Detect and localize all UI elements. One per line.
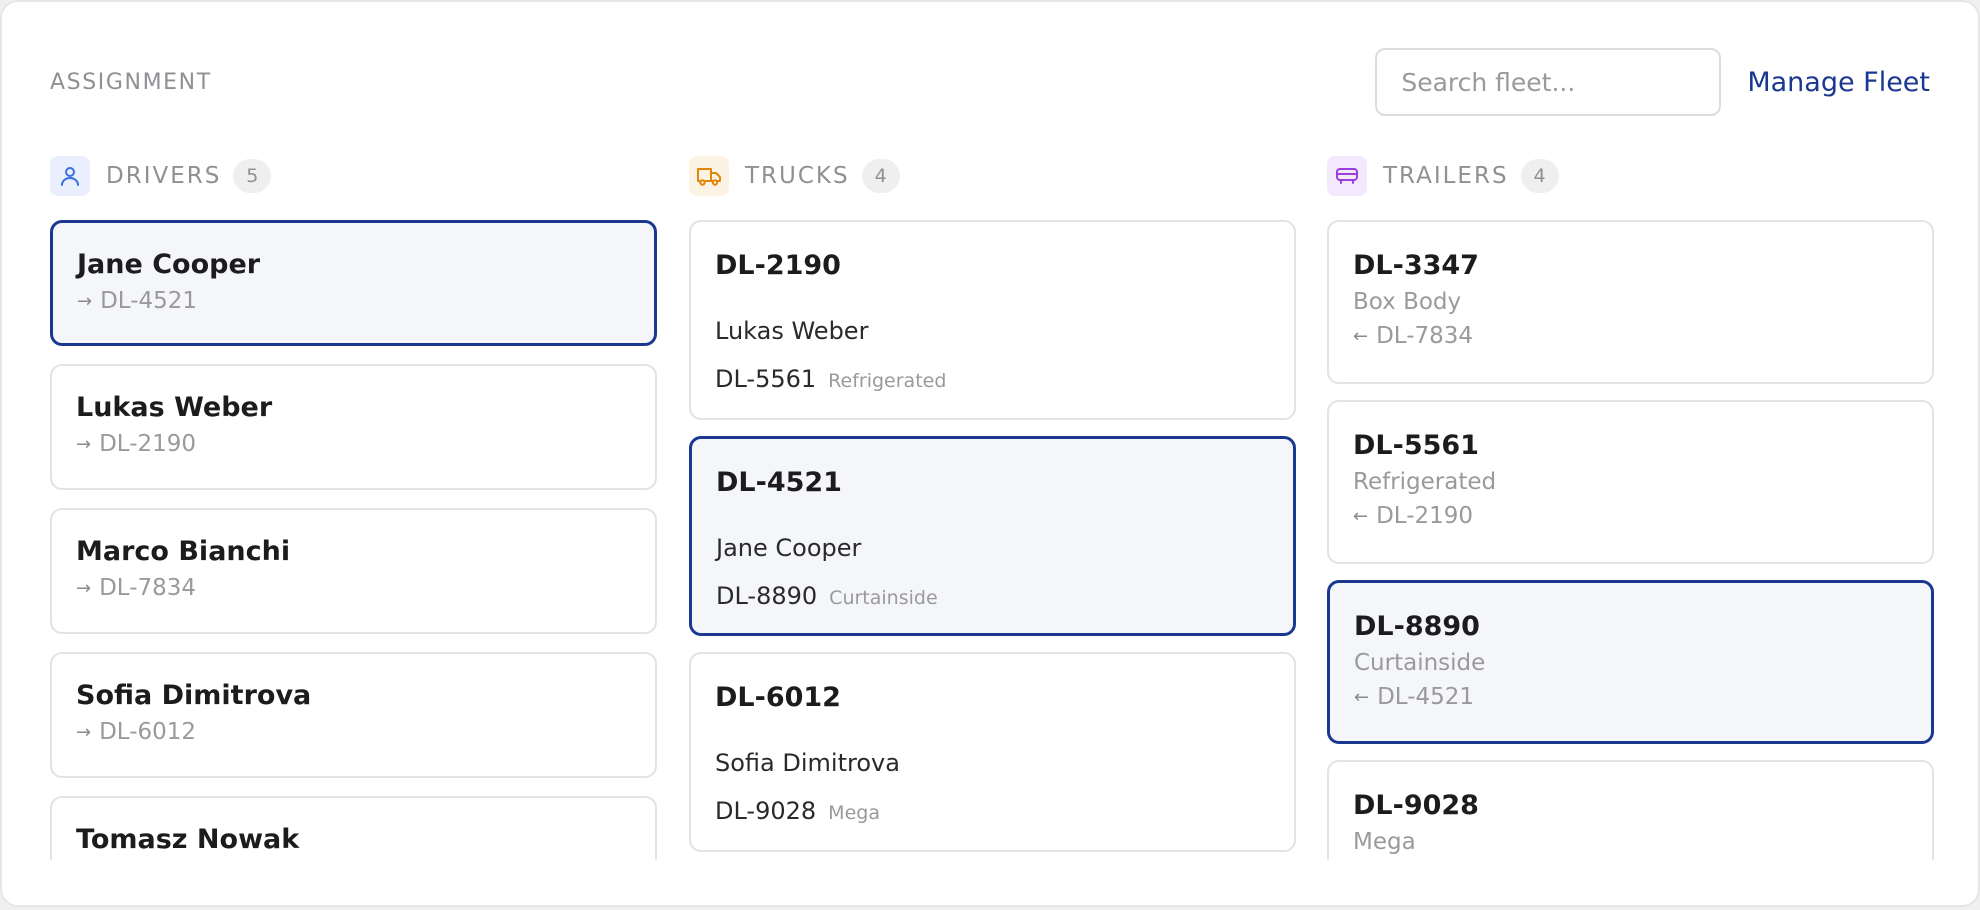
trailer-assignment: ← DL-2190: [1353, 503, 1908, 529]
header-actions: Manage Fleet: [1375, 48, 1930, 116]
trailers-count-badge: 4: [1520, 159, 1559, 193]
assigned-trailer-id: DL-5561: [715, 365, 817, 393]
drivers-column-header: DRIVERS 5: [50, 156, 657, 196]
assigned-truck-id: DL-4521: [1377, 684, 1475, 710]
trailer-icon: [1327, 156, 1367, 196]
trailer-type: Box Body: [1353, 289, 1462, 315]
assignment-panel: ASSIGNMENT Manage Fleet DRIVERS 5 Jan: [0, 0, 1980, 907]
truck-id: DL-6012: [715, 682, 841, 713]
driver-name: Lukas Weber: [76, 392, 273, 423]
trailer-card[interactable]: DL-3347 Box Body ← DL-7834: [1327, 220, 1934, 384]
assigned-trailer-id: DL-9028: [715, 797, 817, 825]
driver-card[interactable]: Marco Bianchi → DL-7834: [50, 508, 657, 634]
driver-name: Marco Bianchi: [76, 536, 291, 567]
trailer-card[interactable]: DL-9028 Mega: [1327, 760, 1934, 860]
driver-assignment: → DL-2190: [76, 431, 631, 457]
driver-name: Jane Cooper: [77, 249, 261, 280]
trailer-card[interactable]: DL-8890 Curtainside ← DL-4521: [1327, 580, 1934, 744]
trailer-type: Refrigerated: [1353, 469, 1497, 495]
trailer-id: DL-3347: [1353, 250, 1479, 281]
search-fleet-input[interactable]: [1375, 48, 1722, 116]
assigned-trailer-type: Refrigerated: [828, 370, 947, 392]
manage-fleet-link[interactable]: Manage Fleet: [1747, 67, 1930, 98]
arrow-right-icon: →: [76, 433, 92, 455]
truck-id: DL-2190: [715, 250, 841, 281]
assigned-driver-name: Jane Cooper: [716, 534, 862, 562]
trucks-column-header: TRUCKS 4: [689, 156, 1296, 196]
trailers-column: TRAILERS 4 DL-3347 Box Body ← DL-7834 DL-…: [1327, 156, 1934, 860]
assigned-truck-id: DL-7834: [1376, 323, 1474, 349]
trailer-id: DL-9028: [1353, 790, 1479, 821]
driver-card[interactable]: Jane Cooper → DL-4521: [50, 220, 657, 346]
drivers-column: DRIVERS 5 Jane Cooper → DL-4521 Lukas Web…: [50, 156, 657, 860]
drivers-label: DRIVERS: [106, 163, 222, 189]
arrow-left-icon: ←: [1353, 505, 1369, 527]
drivers-count-badge: 5: [233, 159, 272, 193]
assigned-truck-id: DL-2190: [99, 431, 197, 457]
driver-name: Tomasz Nowak: [76, 824, 300, 855]
drivers-list[interactable]: Jane Cooper → DL-4521 Lukas Weber → DL-219…: [50, 220, 657, 860]
trailers-label: TRAILERS: [1383, 163, 1509, 189]
trucks-label: TRUCKS: [745, 163, 850, 189]
truck-card[interactable]: DL-2190 Lukas Weber DL-5561 Refrigerated: [689, 220, 1296, 420]
trailer-assignment: ← DL-4521: [1354, 684, 1907, 710]
assigned-trailer: DL-8890 Curtainside: [716, 582, 1269, 610]
assigned-driver-name: Sofia Dimitrova: [715, 749, 900, 777]
truck-card[interactable]: DL-6012 Sofia Dimitrova DL-9028 Mega: [689, 652, 1296, 852]
assignment-header: ASSIGNMENT Manage Fleet: [50, 48, 1930, 116]
assigned-truck-id: DL-2190: [1376, 503, 1474, 529]
trailer-type: Curtainside: [1354, 650, 1486, 676]
trucks-list[interactable]: DL-2190 Lukas Weber DL-5561 Refrigerated…: [689, 220, 1296, 860]
driver-card[interactable]: Sofia Dimitrova → DL-6012: [50, 652, 657, 778]
assignment-columns: DRIVERS 5 Jane Cooper → DL-4521 Lukas Web…: [50, 156, 1934, 860]
truck-card[interactable]: DL-4521 Jane Cooper DL-8890 Curtainside: [689, 436, 1296, 636]
trailers-column-header: TRAILERS 4: [1327, 156, 1934, 196]
arrow-right-icon: →: [76, 721, 92, 743]
arrow-right-icon: →: [76, 577, 92, 599]
driver-assignment: → DL-7834: [76, 575, 631, 601]
assigned-trailer: DL-5561 Refrigerated: [715, 365, 1270, 393]
truck-icon: [689, 156, 729, 196]
trailer-id: DL-5561: [1353, 430, 1479, 461]
trucks-count-badge: 4: [861, 159, 900, 193]
driver-assignment: → DL-6012: [76, 719, 631, 745]
assigned-trailer: DL-9028 Mega: [715, 797, 1270, 825]
trailer-type: Mega: [1353, 829, 1416, 855]
assigned-driver-name: Lukas Weber: [715, 317, 869, 345]
trailer-card[interactable]: DL-5561 Refrigerated ← DL-2190: [1327, 400, 1934, 564]
trailers-list[interactable]: DL-3347 Box Body ← DL-7834 DL-5561 Refrig…: [1327, 220, 1934, 860]
driver-card[interactable]: Tomasz Nowak: [50, 796, 657, 860]
assigned-trailer-type: Mega: [828, 802, 880, 824]
assigned-truck-id: DL-7834: [99, 575, 197, 601]
assigned-truck-id: DL-4521: [100, 288, 198, 314]
assigned-trailer-id: DL-8890: [716, 582, 818, 610]
arrow-right-icon: →: [77, 290, 93, 312]
assigned-truck-id: DL-6012: [99, 719, 197, 745]
driver-assignment: → DL-4521: [77, 288, 630, 314]
driver-name: Sofia Dimitrova: [76, 680, 312, 711]
driver-card[interactable]: Lukas Weber → DL-2190: [50, 364, 657, 490]
truck-id: DL-4521: [716, 467, 842, 498]
trailer-assignment: ← DL-7834: [1353, 323, 1908, 349]
section-title: ASSIGNMENT: [50, 69, 212, 95]
arrow-left-icon: ←: [1353, 325, 1369, 347]
user-icon: [50, 156, 90, 196]
assigned-trailer-type: Curtainside: [829, 587, 938, 609]
trailer-id: DL-8890: [1354, 611, 1480, 642]
arrow-left-icon: ←: [1354, 686, 1370, 708]
trucks-column: TRUCKS 4 DL-2190 Lukas Weber DL-5561 Ref…: [689, 156, 1296, 860]
